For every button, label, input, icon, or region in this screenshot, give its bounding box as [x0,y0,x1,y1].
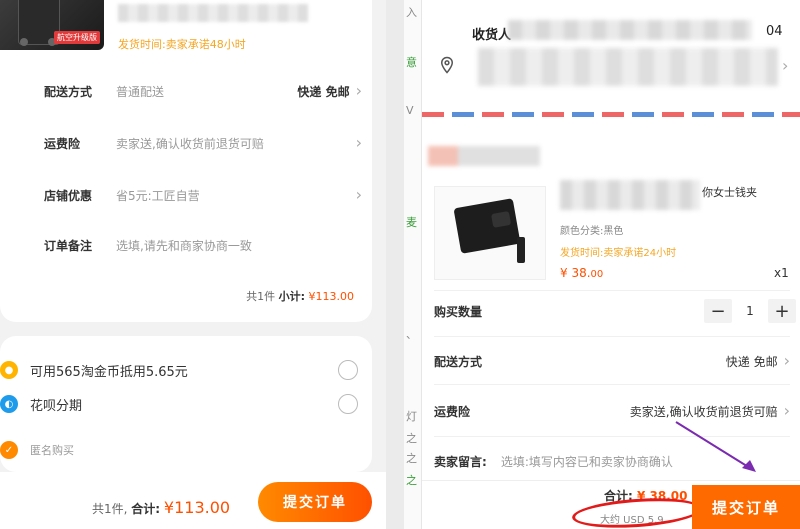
quantity-value[interactable]: 1 [732,304,768,318]
payment-options-card: ● 可用565淘金币抵用5.65元 ◐ 花呗分期 ✓ 匿名购买 [0,336,372,472]
airmail-border [422,112,800,117]
checkout-bar: 合计: ¥ 38.00 大约 USD 5.9 提交订单 [422,480,800,529]
row-value: 普通配送 [116,84,165,99]
order-confirm-sheet: 收货人 04 › 你女士钱夹 颜色分类:黑色 发货时间:卖家承诺24小时 ¥ 3… [422,0,800,529]
receiver-phone-tail: 04 [766,24,783,39]
product-quantity: x1 [774,266,789,280]
product-attribute: 颜色分类:黑色 [560,226,624,237]
chevron-right-icon: › [783,401,790,420]
checkout-bar: 共1件, 合计: ¥113.00 提交订单 [0,472,386,529]
quantity-stepper[interactable]: − 1 + [704,299,796,323]
row-label: 店铺优惠 [44,188,93,203]
annotation-circle [571,494,703,529]
taojinbi-option[interactable]: ● 可用565淘金币抵用5.65元 [0,358,372,382]
coin-icon: ● [0,361,18,379]
chevron-right-icon: › [782,56,789,75]
checkmark-icon[interactable]: ✓ [0,441,18,459]
huabei-icon: ◐ [0,395,18,413]
order-details-card: 航空升级版 发货时间:卖家承诺48小时 配送方式 普通配送 快递 免邮 › 运费… [0,0,372,322]
divider [434,384,790,385]
submit-order-button[interactable]: 提交订单 [692,485,800,529]
shipping-insurance-row[interactable]: 运费险 卖家送,确认收货前退货可赔 › [434,400,790,422]
row-right-value: 快递 免邮 [297,84,350,99]
address-line-blurred [478,48,778,86]
huabei-radio[interactable] [338,394,358,414]
delivery-method-row[interactable]: 配送方式 普通配送 快递 免邮 › [44,80,362,102]
annotation-arrow-icon [675,421,756,472]
subtotal: 共1件 小计: ¥113.00 [246,290,354,303]
right-order-panel: 入 意 V 麦 、 灯 之 之 之 收货人 04 › 你女士钱夹 颜色分类:黑色… [404,0,800,529]
luggage-wheel-icon [20,38,28,46]
row-label: 运费险 [44,136,81,151]
anonymous-purchase-option[interactable]: ✓ 匿名购买 [0,438,372,462]
decrement-button[interactable]: − [704,299,732,323]
divider [434,290,790,291]
order-remark-input[interactable]: 选填,请先和商家协商一致 [116,237,252,254]
product-price: ¥ 38.00 [560,266,604,280]
receiver-info-blurred [508,20,752,40]
product-name-blurred [560,180,700,210]
ship-time-note: 发货时间:卖家承诺24小时 [560,248,677,259]
order-remark-row[interactable]: 订单备注 选填,请先和商家协商一致 [44,234,362,256]
row-value: 卖家送,确认收货前退货可赔 [116,136,264,151]
left-order-panel: 航空升级版 发货时间:卖家承诺48小时 配送方式 普通配送 快递 免邮 › 运费… [0,0,386,529]
delivery-method-row[interactable]: 配送方式 快递 免邮 › [434,350,790,372]
location-pin-icon [440,56,454,74]
store-discount-row[interactable]: 店铺优惠 省5元:工匠自营 › [44,184,362,206]
order-total: 共1件, 合计: ¥113.00 [92,498,231,517]
ship-time-note: 发货时间:卖家承诺48小时 [118,38,246,51]
row-value: 省5元:工匠自营 [116,188,200,203]
shop-name-blurred [428,146,540,166]
shipping-insurance-row[interactable]: 运费险 卖家送,确认收货前退货可赔 › [44,132,362,154]
receiver-label: 收货人 [472,28,512,43]
product-title-blurred [118,4,308,22]
huabei-option[interactable]: ◐ 花呗分期 [0,392,372,416]
row-label: 配送方式 [44,84,93,99]
divider [434,336,790,337]
increment-button[interactable]: + [768,299,796,323]
wallet-image [453,198,521,254]
chevron-right-icon: › [355,133,362,152]
background-page-strip: 入 意 V 麦 、 灯 之 之 之 [404,0,422,529]
chevron-right-icon: › [783,351,790,370]
seller-message-input[interactable]: 选填:填写内容已和卖家协商确认 [501,453,673,470]
row-label: 订单备注 [44,238,93,253]
coin-radio[interactable] [338,360,358,380]
submit-order-button[interactable]: 提交订单 [258,482,372,522]
product-image[interactable] [434,186,546,280]
wallet-tassel [517,237,525,263]
upgrade-badge: 航空升级版 [54,31,100,44]
chevron-right-icon: › [355,81,362,100]
product-name[interactable]: 你女士钱夹 [702,184,757,200]
product-thumbnail[interactable]: 航空升级版 [0,0,104,50]
chevron-right-icon: › [355,185,362,204]
